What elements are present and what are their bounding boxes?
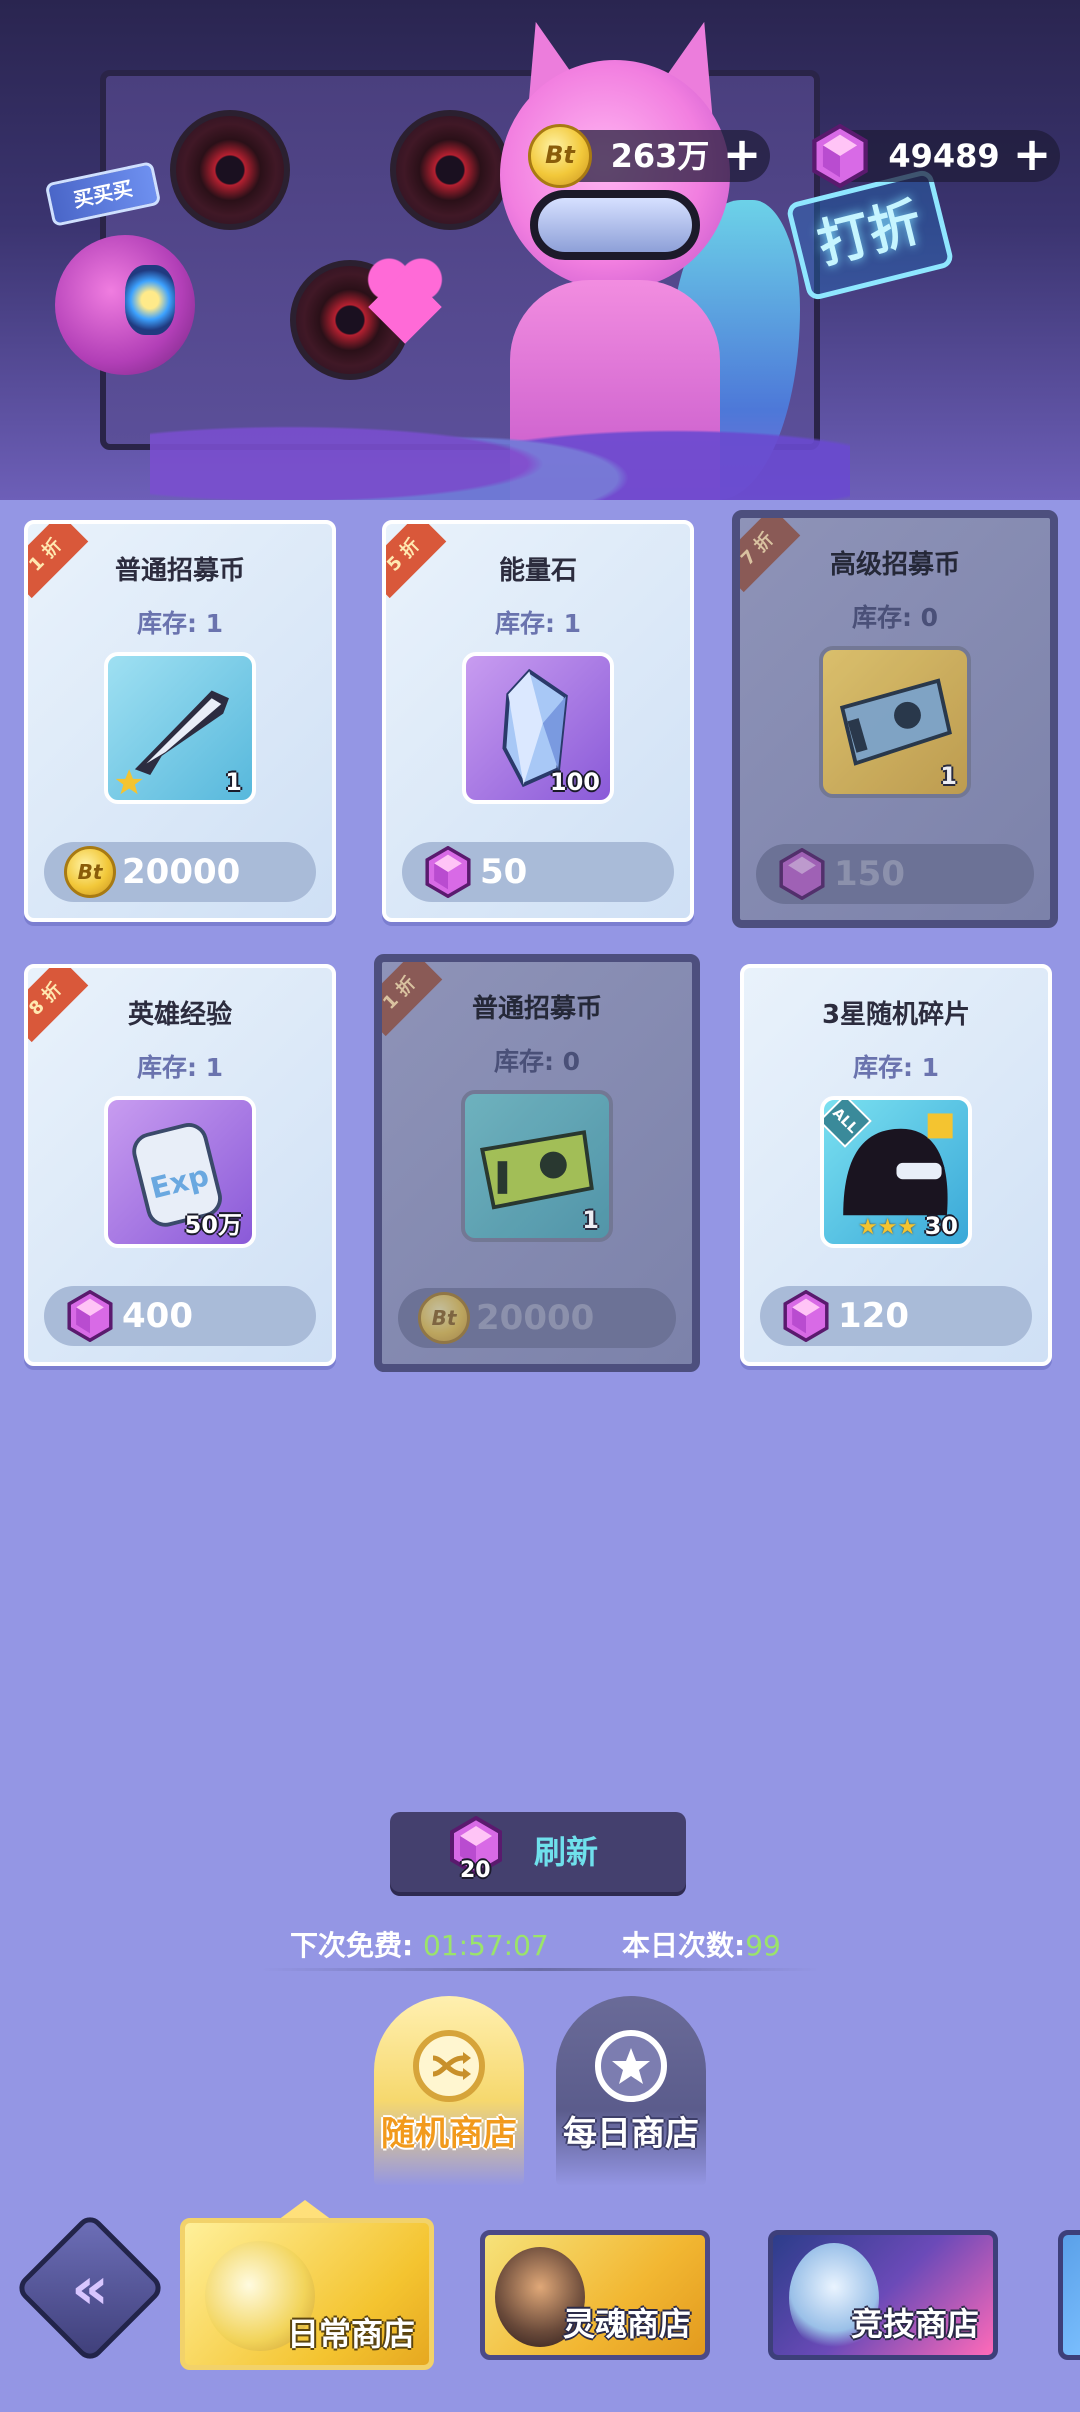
purple-gem-icon [780, 1289, 832, 1343]
add-gem-button[interactable]: + [1010, 131, 1054, 178]
shop-item-card[interactable]: 3星随机碎片 库存: 1 ALL ★★★ 30 120 [740, 964, 1052, 1366]
daily-star-icon [595, 2030, 667, 2102]
item-price: 400 [122, 1296, 193, 1336]
purple-gem-icon [422, 845, 474, 899]
shop-tab-next-partial[interactable] [1058, 2230, 1080, 2360]
item-stock: 库存: 1 [136, 1053, 224, 1082]
item-price: 150 [834, 854, 905, 894]
item-icon-box: 1 [819, 646, 971, 798]
refresh-label: 刷新 [534, 1833, 599, 1871]
item-quantity: 30 [924, 1212, 958, 1240]
item-name: 英雄经验 [127, 1000, 232, 1030]
gem-amount: 49489 [888, 137, 1000, 175]
back-button[interactable]: « [13, 2211, 167, 2365]
random-shop-icon [413, 2030, 485, 2102]
pixel-heart-art [365, 255, 445, 325]
item-icon-box: ALL ★★★ 30 [820, 1096, 972, 1248]
item-icon-box: 1 [104, 652, 256, 804]
buy-price-button: 150 [756, 844, 1034, 904]
double-chevron-left-icon: « [71, 2254, 109, 2322]
buy-price-button[interactable]: 50 [402, 842, 674, 902]
item-stock: 库存: 1 [494, 609, 582, 638]
refresh-button[interactable]: 20 刷新 [390, 1812, 686, 1892]
item-stock: 库存: 1 [136, 609, 224, 638]
buy-price-button: Bt 20000 [398, 1288, 676, 1348]
item-icon-box: Exp 50万 [104, 1096, 256, 1248]
item-quantity: 100 [549, 768, 600, 796]
buy-price-button[interactable]: Bt 20000 [44, 842, 316, 902]
item-icon-box: 1 [461, 1090, 613, 1242]
item-quantity: 1 [582, 1206, 599, 1234]
item-stock: 库存: 1 [852, 1053, 940, 1082]
item-stock: 库存: 0 [851, 603, 939, 632]
item-name: 普通招募币 [114, 556, 245, 586]
item-quantity: 1 [940, 762, 957, 790]
shop-tab-daily[interactable]: 日常商店 [180, 2218, 434, 2370]
tab-label: 每日商店 [563, 2114, 699, 2154]
next-free-label: 下次免费: [290, 1929, 414, 1962]
item-stock: 库存: 0 [493, 1047, 581, 1076]
shop-tab-label: 竞技商店 [850, 2305, 979, 2343]
shop-item-card[interactable]: 8 折 英雄经验 库存: 1 Exp 50万 400 [24, 964, 336, 1366]
next-free-timer: 01:57:07 [422, 1929, 549, 1962]
tentacle-decoration [150, 380, 850, 500]
item-price: 20000 [122, 852, 241, 892]
shop-tab-arena[interactable]: 竞技商店 [768, 2230, 998, 2360]
item-quantity: 1 [225, 768, 242, 796]
shop-item-card[interactable]: 1 折 普通招募币 库存: 1 1 Bt 20000 [24, 520, 336, 922]
item-quantity: 50万 [184, 1211, 242, 1239]
shop-item-card-sold-out: 7 折 高级招募币 库存: 0 1 150 [732, 510, 1058, 928]
purple-gem-icon [64, 1289, 116, 1343]
gold-amount: 263万 [610, 137, 710, 175]
speaker-art [170, 110, 290, 230]
shop-tab-label: 灵魂商店 [562, 2305, 691, 2343]
tab-daily-shop[interactable]: 每日商店 [556, 1996, 706, 2186]
robot-mascot-art [55, 235, 195, 375]
item-name: 高级招募币 [829, 550, 960, 580]
add-gold-button[interactable]: + [720, 131, 764, 178]
shop-tab-label: 日常商店 [286, 2315, 415, 2353]
shop-item-card[interactable]: 5 折 能量石 库存: 1 100 50 [382, 520, 694, 922]
refresh-cost: 20 [460, 1858, 491, 1883]
purple-gem-icon [808, 123, 872, 189]
shop-item-card-sold-out: 1 折 普通招募币 库存: 0 1 Bt 20000 [374, 954, 700, 1372]
tab-label: 随机商店 [381, 2114, 517, 2154]
today-count-value: 99 [745, 1929, 781, 1962]
item-name: 普通招募币 [471, 994, 602, 1024]
tab-random-shop[interactable]: 随机商店 [374, 1996, 524, 2186]
gem-currency-bar: 49489 + [812, 123, 1060, 189]
next-free-refresh: 下次免费: 01:57:07 [290, 1924, 549, 1964]
bt-coin-icon: Bt [418, 1292, 470, 1344]
gold-currency-bar: Bt 263万 + [528, 124, 770, 188]
item-price: 50 [480, 852, 528, 892]
item-price: 120 [838, 1296, 909, 1336]
buy-price-button[interactable]: 120 [760, 1286, 1032, 1346]
bt-coin-icon: Bt [64, 846, 116, 898]
shop-tab-soul[interactable]: 灵魂商店 [480, 2230, 710, 2360]
three-star-rating-icon: ★★★ [858, 1215, 918, 1240]
item-name: 能量石 [498, 556, 577, 586]
item-icon-box: 100 [462, 652, 614, 804]
bt-coin-icon: Bt [528, 124, 592, 188]
item-price: 20000 [476, 1298, 595, 1338]
purple-gem-icon [776, 847, 828, 901]
section-divider [260, 1968, 820, 1971]
today-count-label: 本日次数: [622, 1929, 746, 1962]
daily-refresh-count: 本日次数:99 [622, 1924, 781, 1964]
buy-price-button[interactable]: 400 [44, 1286, 316, 1346]
hero-banner: 买买买 打折 [0, 0, 1080, 500]
item-name: 3星随机碎片 [821, 1000, 971, 1030]
